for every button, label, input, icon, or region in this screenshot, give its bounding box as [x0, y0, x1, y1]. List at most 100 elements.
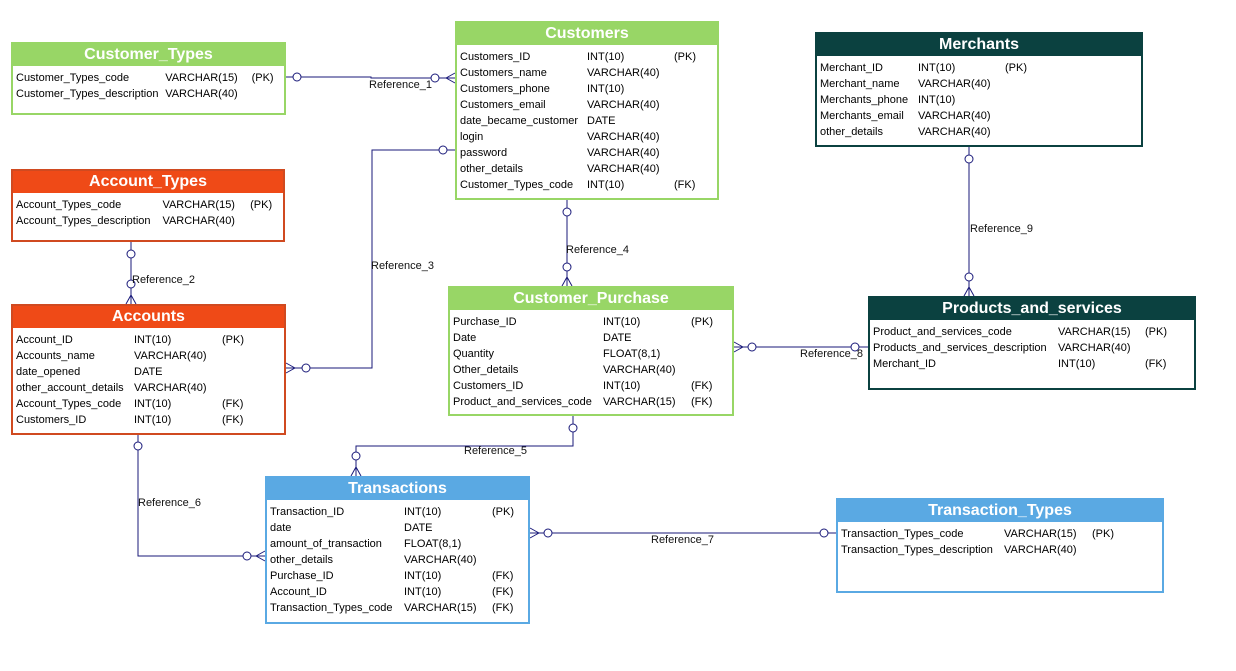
attribute-row[interactable]: Account_ID INT(10) (PK) [16, 332, 281, 348]
entity-accounts[interactable]: Accounts Account_ID INT(10) (PK) Accounts_na… [11, 304, 286, 435]
attribute-type: VARCHAR(40) [587, 99, 660, 111]
attribute-type: DATE [404, 522, 433, 534]
attribute-name: Customers_phone [460, 83, 550, 95]
entity-transaction-types[interactable]: Transaction_Types Transaction_Types_code V… [836, 498, 1164, 593]
entity-products-and-services[interactable]: Products_and_services Product_and_service… [868, 296, 1196, 390]
attribute-row[interactable]: amount_of_transaction FLOAT(8,1) [270, 536, 525, 552]
attribute-type: INT(10) [587, 179, 625, 191]
attribute-name: Account_Types_code [16, 398, 122, 410]
attribute-row[interactable]: Transaction_Types_description VARCHAR(40) [841, 542, 1159, 558]
entity-attributes: Merchant_ID INT(10) (PK) Merchant_name VARCH… [817, 56, 1141, 146]
attribute-row[interactable]: Date DATE [453, 330, 729, 346]
attribute-key [674, 97, 704, 113]
optional-circle-icon [301, 363, 311, 373]
entity-account-types[interactable]: Account_Types Account_Types_code VARCHAR(1… [11, 169, 285, 242]
attribute-row[interactable]: Purchase_ID INT(10) (PK) [453, 314, 729, 330]
attribute-type: VARCHAR(40) [134, 382, 207, 394]
attribute-row[interactable]: date DATE [270, 520, 525, 536]
attribute-row[interactable]: Account_ID INT(10) (FK) [270, 584, 525, 600]
crows-foot-icon [561, 276, 568, 287]
attribute-row[interactable]: Merchant_ID INT(10) (PK) [820, 60, 1138, 76]
attribute-row[interactable]: password VARCHAR(40) [460, 145, 714, 161]
entity-customer-types[interactable]: Customer_Types Customer_Types_code VARCHAR… [11, 42, 286, 115]
attribute-row[interactable]: Merchant_ID INT(10) (FK) [873, 356, 1191, 372]
attribute-row[interactable]: Account_Types_code INT(10) (FK) [16, 396, 281, 412]
attribute-row[interactable]: other_details VARCHAR(40) [270, 552, 525, 568]
entity-attributes: Transaction_Types_code VARCHAR(15) (PK) Tra… [838, 522, 1162, 564]
attribute-row[interactable]: Transaction_ID INT(10) (PK) [270, 504, 525, 520]
attribute-row[interactable]: Transaction_Types_code VARCHAR(15) (PK) [841, 526, 1159, 542]
attribute-name: Customer_Types_code [16, 72, 130, 84]
attribute-key: (FK) [1145, 358, 1167, 370]
crows-foot-icon [125, 294, 132, 305]
attribute-row[interactable]: Customer_Types_code VARCHAR(15) (PK) [16, 70, 281, 86]
attribute-key: (PK) [1145, 326, 1167, 338]
attribute-name: Merchants_phone [820, 94, 909, 106]
attribute-row[interactable]: other_details VARCHAR(40) [820, 124, 1138, 140]
attribute-row[interactable]: Accounts_name VARCHAR(40) [16, 348, 281, 364]
attribute-row[interactable]: Customers_name VARCHAR(40) [460, 65, 714, 81]
attribute-row[interactable]: date_became_customer DATE [460, 113, 714, 129]
attribute-row[interactable]: date_opened DATE [16, 364, 281, 380]
reference-label-8: Reference_8 [800, 348, 863, 360]
entity-attributes: Product_and_services_code VARCHAR(15) (PK)… [870, 320, 1194, 378]
attribute-name: date_opened [16, 366, 81, 378]
attribute-row[interactable]: Product_and_services_code VARCHAR(15) (FK) [453, 394, 729, 410]
attribute-row[interactable]: Merchants_email VARCHAR(40) [820, 108, 1138, 124]
attribute-type: INT(10) [404, 586, 442, 598]
attribute-key [1145, 340, 1175, 356]
attribute-name: other_details [270, 554, 333, 566]
attribute-name: Customers_email [460, 99, 546, 111]
attribute-row[interactable]: Merchants_phone INT(10) [820, 92, 1138, 108]
optional-circle-icon [543, 528, 553, 538]
attribute-row[interactable]: Customer_Types_code INT(10) (FK) [460, 177, 714, 193]
attribute-row[interactable]: other_account_details VARCHAR(40) [16, 380, 281, 396]
attribute-row[interactable]: Account_Types_code VARCHAR(15) (PK) [16, 197, 280, 213]
optional-circle-icon [242, 551, 252, 561]
attribute-row[interactable]: Customers_phone INT(10) [460, 81, 714, 97]
attribute-row[interactable]: Customer_Types_description VARCHAR(40) [16, 86, 281, 102]
reference-6-line [137, 435, 265, 557]
attribute-row[interactable]: Other_details VARCHAR(40) [453, 362, 729, 378]
attribute-name: login [460, 131, 484, 143]
attribute-type: INT(10) [603, 380, 641, 392]
reference-label-4: Reference_4 [566, 244, 629, 256]
attribute-row[interactable]: Customers_ID INT(10) (FK) [453, 378, 729, 394]
attribute-type: VARCHAR(40) [162, 215, 235, 227]
attribute-row[interactable]: Customers_ID INT(10) (FK) [16, 412, 281, 428]
attribute-type: VARCHAR(15) [162, 199, 235, 211]
attribute-row[interactable]: login VARCHAR(40) [460, 129, 714, 145]
attribute-type: VARCHAR(15) [1004, 528, 1077, 540]
crows-foot-icon [733, 346, 744, 353]
entity-merchants[interactable]: Merchants Merchant_ID INT(10) (PK) Merchant_… [815, 32, 1143, 147]
entity-title: Merchants [817, 34, 1141, 56]
attribute-row[interactable]: other_details VARCHAR(40) [460, 161, 714, 177]
attribute-row[interactable]: Purchase_ID INT(10) (FK) [270, 568, 525, 584]
attribute-row[interactable]: Transaction_Types_code VARCHAR(15) (FK) [270, 600, 525, 616]
crows-foot-icon [963, 286, 970, 297]
optional-circle-icon [562, 207, 572, 217]
attribute-row[interactable]: Merchant_name VARCHAR(40) [820, 76, 1138, 92]
attribute-name: Transaction_ID [270, 506, 345, 518]
crows-foot-icon [445, 72, 456, 79]
attribute-row[interactable]: Customers_email VARCHAR(40) [460, 97, 714, 113]
attribute-key: (PK) [251, 72, 274, 84]
attribute-type: VARCHAR(40) [587, 131, 660, 143]
attribute-name: other_details [820, 126, 883, 138]
entity-transactions[interactable]: Transactions Transaction_ID INT(10) (PK) dat… [265, 476, 530, 624]
attribute-row[interactable]: Quantity FLOAT(8,1) [453, 346, 729, 362]
attribute-type: VARCHAR(40) [587, 147, 660, 159]
attribute-type: VARCHAR(40) [404, 554, 477, 566]
attribute-name: date [270, 522, 292, 534]
attribute-row[interactable]: Account_Types_description VARCHAR(40) [16, 213, 280, 229]
attribute-row[interactable]: Customers_ID INT(10) (PK) [460, 49, 714, 65]
attribute-key [250, 213, 280, 229]
attribute-row[interactable]: Product_and_services_code VARCHAR(15) (PK) [873, 324, 1191, 340]
attribute-type: VARCHAR(40) [1004, 544, 1077, 556]
entity-customer-purchase[interactable]: Customer_Purchase Purchase_ID INT(10) (PK) D… [448, 286, 734, 416]
crows-foot-icon [529, 527, 540, 534]
entity-customers[interactable]: Customers Customers_ID INT(10) (PK) Customer… [455, 21, 719, 200]
attribute-row[interactable]: Products_and_services_description VARCHAR… [873, 340, 1191, 356]
attribute-name: Transaction_Types_code [270, 602, 393, 614]
attribute-type: VARCHAR(40) [587, 163, 660, 175]
